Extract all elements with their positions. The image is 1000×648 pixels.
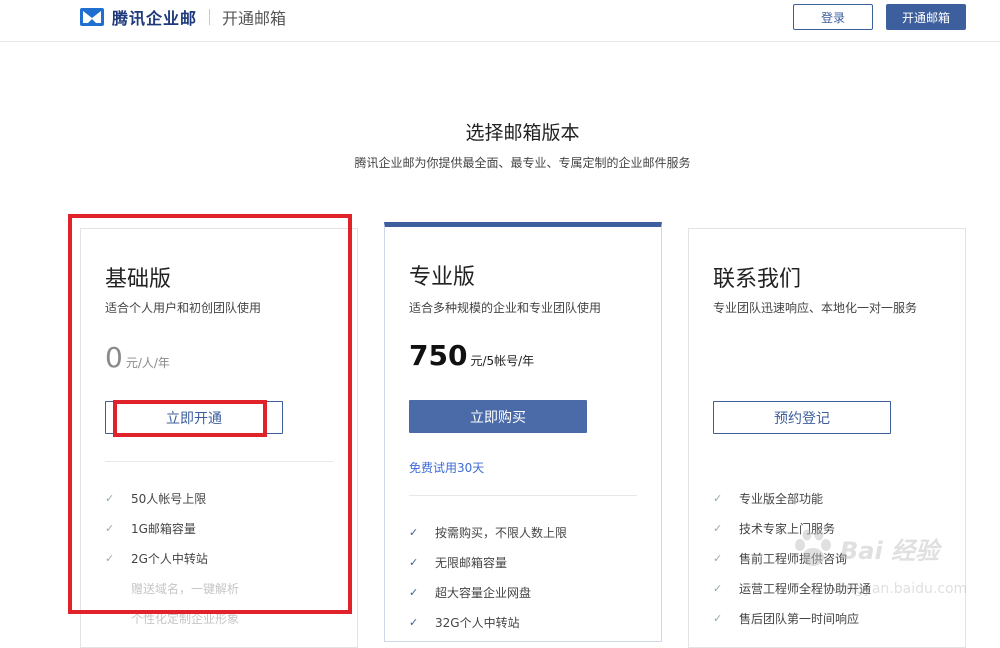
check-icon: ✓ xyxy=(713,581,723,595)
check-icon: ✓ xyxy=(713,491,723,505)
plan-card-basic: 基础版 适合个人用户和初创团队使用 0 元/人/年 立即开通 ✓ 50人帐号上限 … xyxy=(80,228,358,648)
list-item: ✓ 1G邮箱容量 xyxy=(105,521,196,536)
plan-description: 适合多种规模的企业和专业团队使用 xyxy=(409,301,602,315)
list-item: ✓赠送域名，一键解析 xyxy=(131,581,240,596)
list-item: ✓ 专业版全部功能 xyxy=(713,491,824,506)
price-value: 0 xyxy=(105,341,123,374)
list-item: ✓ 2G个人中转站 xyxy=(105,551,208,566)
plan-divider xyxy=(105,461,333,462)
book-registration-button[interactable]: 预约登记 xyxy=(713,401,891,434)
brand-divider xyxy=(209,9,211,25)
check-icon: ✓ xyxy=(105,491,115,505)
check-icon: ✓ xyxy=(409,585,419,599)
open-mailbox-button[interactable]: 开通邮箱 xyxy=(886,4,966,30)
check-icon: ✓ xyxy=(409,555,419,569)
list-item: ✓ 技术专家上门服务 xyxy=(713,521,836,536)
price-unit: 元/人/年 xyxy=(125,356,170,370)
tencent-mail-logo-icon xyxy=(80,8,104,26)
list-item: ✓ 无限邮箱容量 xyxy=(409,555,508,570)
free-trial-link[interactable]: 免费试用30天 xyxy=(409,459,484,476)
plan-feature-list: ✓ 按需购买，不限人数上限 ✓ 无限邮箱容量 ✓ 超大容量企业网盘 ✓ 32G个人中转站 xyxy=(409,517,567,637)
check-icon: ✓ xyxy=(105,521,115,535)
list-item: ✓ 运营工程师全程协助开通 xyxy=(713,581,872,596)
plan-title: 联系我们 xyxy=(713,267,802,292)
list-item: ✓ 超大容量企业网盘 xyxy=(409,585,532,600)
plan-card-professional: 专业版 适合多种规模的企业和专业团队使用 750 元/5帐号/年 立即购买 免费… xyxy=(384,222,662,642)
page-title: 选择邮箱版本 xyxy=(465,122,580,144)
check-icon: ✓ xyxy=(713,611,723,625)
plan-title: 基础版 xyxy=(105,267,172,292)
list-item: ✓ 售前工程师提供咨询 xyxy=(713,551,848,566)
page-subtitle: 腾讯企业邮为你提供最全面、最专业、专属定制的企业邮件服务 xyxy=(354,156,691,170)
plan-divider xyxy=(409,495,637,496)
brand-logo[interactable]: 腾讯企业邮 开通邮箱 xyxy=(80,6,286,28)
list-item: ✓ 50人帐号上限 xyxy=(105,491,207,506)
plan-description: 适合个人用户和初创团队使用 xyxy=(105,301,262,315)
top-bar: 腾讯企业邮 开通邮箱 登录 开通邮箱 xyxy=(0,0,1000,42)
check-icon: ✓ xyxy=(409,525,419,539)
price-unit: 元/5帐号/年 xyxy=(470,354,535,368)
list-item: ✓ 按需购买，不限人数上限 xyxy=(409,525,568,540)
check-icon: ✓ xyxy=(713,521,723,535)
plan-feature-list: ✓50人帐号上限 ✓1G邮箱容量 ✓2G个人中转站 ✓赠送域名，一键解析 ✓个性… xyxy=(105,483,239,633)
plan-price: 0 元/人/年 xyxy=(105,341,170,374)
section-name: 开通邮箱 xyxy=(222,9,287,28)
activate-now-button[interactable]: 立即开通 xyxy=(105,401,283,434)
check-icon: ✓ xyxy=(409,615,419,629)
price-value: 750 xyxy=(409,339,468,372)
plan-card-contact: 联系我们 专业团队迅速响应、本地化一对一服务 预约登记 ✓ 专业版全部功能 ✓ 技术… xyxy=(688,228,966,648)
check-icon: ✓ xyxy=(713,551,723,565)
brand-name: 腾讯企业邮 xyxy=(112,9,198,28)
plan-price: 750 元/5帐号/年 xyxy=(409,339,534,372)
plan-title: 专业版 xyxy=(409,265,476,290)
login-button[interactable]: 登录 xyxy=(793,4,873,30)
plan-description: 专业团队迅速响应、本地化一对一服务 xyxy=(713,301,918,315)
buy-now-button[interactable]: 立即购买 xyxy=(409,400,587,433)
plan-feature-list: ✓ 专业版全部功能 ✓ 技术专家上门服务 ✓ 售前工程师提供咨询 ✓ 运营工程师全程协助… xyxy=(713,483,871,633)
check-icon: ✓ xyxy=(105,551,115,565)
list-item: ✓ 32G个人中转站 xyxy=(409,615,520,630)
